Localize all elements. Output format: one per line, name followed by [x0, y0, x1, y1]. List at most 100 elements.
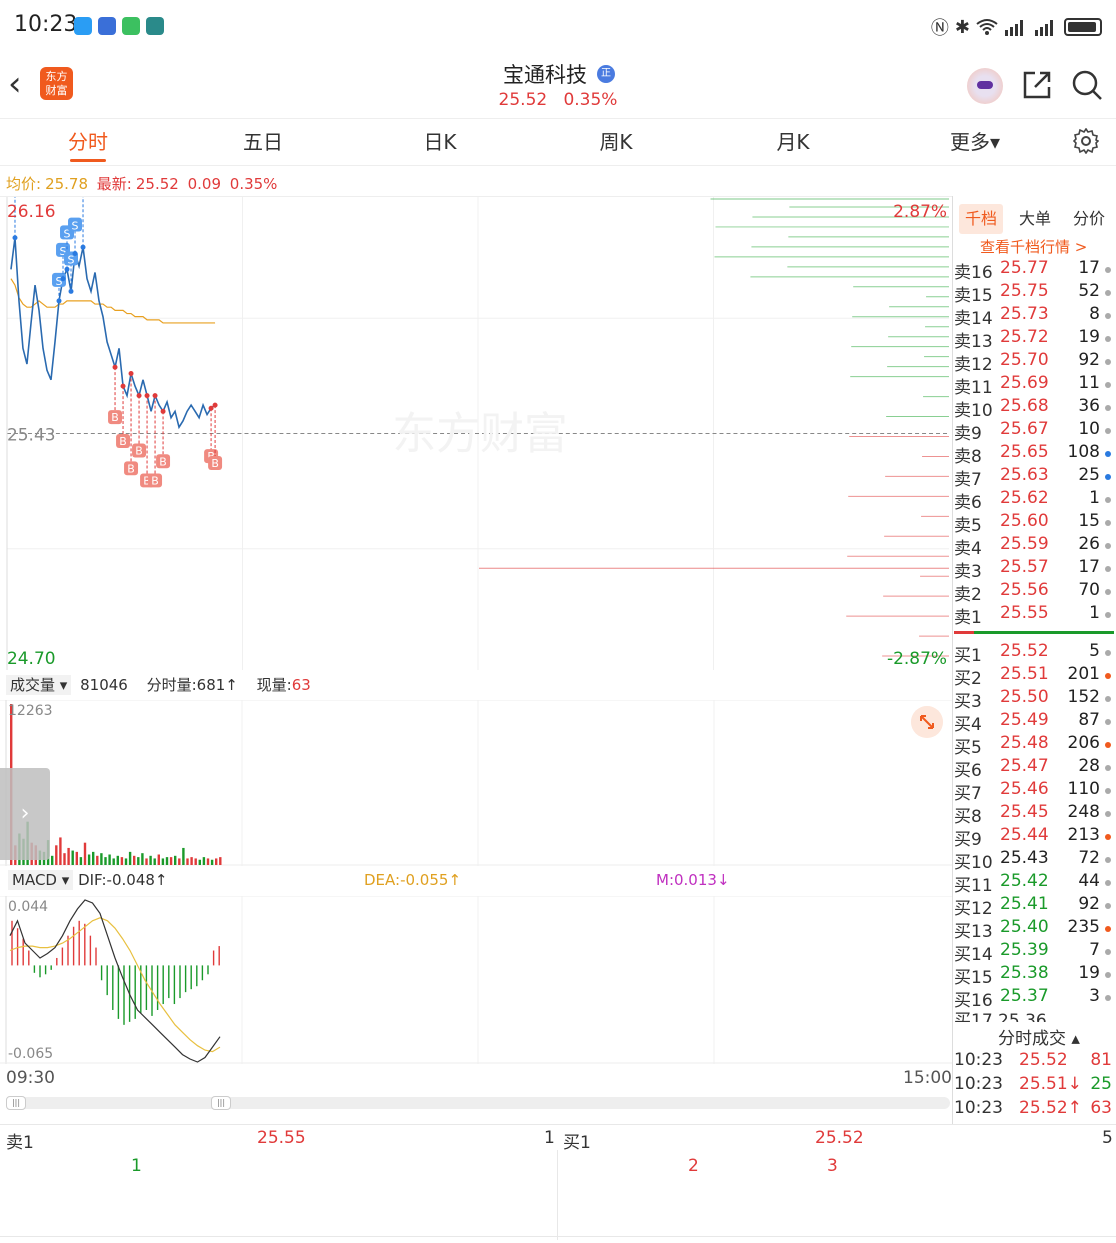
buy-volume: 235 [1067, 917, 1100, 937]
buy-row[interactable]: 买2 25.51 201 [954, 664, 1114, 689]
sell-row[interactable]: 卖12 25.70 92 [954, 350, 1114, 375]
sell-row[interactable]: 卖1 25.55 1 [954, 603, 1114, 628]
sell-level-label: 卖10 [954, 401, 993, 421]
volume-bar [190, 857, 193, 865]
buy-row[interactable]: 买7 25.46 110 [954, 779, 1114, 804]
sell-level-label: 卖7 [954, 470, 982, 490]
volume-bar [104, 857, 107, 865]
view-depth-link[interactable]: 查看千档行情 > [980, 236, 1087, 257]
buy-row[interactable]: 买12 25.41 92 [954, 894, 1114, 919]
buy-row[interactable]: 买16 25.37 3 [954, 986, 1114, 1011]
sell-row[interactable]: 卖11 25.69 11 [954, 373, 1114, 398]
buy-volume: 72 [1078, 848, 1100, 868]
tab-monthly-k[interactable]: 月K [763, 119, 823, 166]
sell-row[interactable]: 卖6 25.62 1 [954, 488, 1114, 513]
macd-chart[interactable]: 0.044 -0.065 [0, 896, 952, 1064]
settings-icon[interactable] [1073, 128, 1099, 154]
sell-level-label: 卖2 [954, 585, 982, 605]
buy-level-label: 买11 [954, 876, 993, 896]
macd-selector[interactable]: MACD ▾ [8, 870, 74, 890]
sell-indicator-dot [1105, 359, 1111, 365]
sell-level-label: 卖3 [954, 562, 982, 582]
volume-chart[interactable]: 12263 [0, 700, 952, 866]
tab-price-dist[interactable]: 分价 [1067, 204, 1111, 234]
tab-five-day[interactable]: 五日 [233, 119, 293, 166]
macd-dif-label: DIF:-0.048 [78, 871, 155, 889]
buy-signal-text: B [119, 435, 127, 448]
sell-row[interactable]: 卖2 25.56 70 [954, 580, 1114, 605]
sell-row[interactable]: 卖15 25.75 52 [954, 281, 1114, 306]
buy-row[interactable]: 买14 25.39 7 [954, 940, 1114, 965]
volume-bar [63, 853, 66, 865]
price-line [10, 237, 216, 430]
sell-row[interactable]: 卖10 25.68 36 [954, 396, 1114, 421]
side-panel-handle[interactable]: › [0, 768, 50, 860]
buy-indicator-dot [1105, 765, 1111, 771]
volume-now-value: 63 [291, 676, 311, 694]
tab-daily-k[interactable]: 日K [410, 119, 470, 166]
buy-signal-text: B [151, 474, 159, 487]
tab-weekly-k[interactable]: 周K [586, 119, 646, 166]
bottom-buy-detail: 3 [827, 1156, 838, 1176]
buy-level-label: 买15 [954, 968, 993, 988]
expand-icon[interactable] [911, 706, 943, 738]
buy-row[interactable]: 买10 25.43 72 [954, 848, 1114, 873]
scroll-handle-left[interactable]: ||| [6, 1096, 26, 1110]
sell-row[interactable]: 卖5 25.60 15 [954, 511, 1114, 536]
scroll-handle-right[interactable]: ||| [211, 1096, 231, 1110]
buy-signal-dot [120, 383, 126, 389]
buy-row[interactable]: 买15 25.38 19 [954, 963, 1114, 988]
sell-row[interactable]: 卖3 25.57 17 [954, 557, 1114, 582]
buy-signal-dot [128, 371, 134, 376]
sell-row[interactable]: 卖8 25.65 108 [954, 442, 1114, 467]
volume-bar [153, 858, 156, 865]
volume-bar [124, 858, 128, 865]
sell-volume: 26 [1078, 534, 1100, 554]
macd-label: MACD [12, 871, 57, 889]
buy-row[interactable]: 买8 25.45 248 [954, 802, 1114, 827]
share-icon[interactable] [1021, 69, 1053, 101]
assistant-avatar[interactable] [967, 68, 1003, 104]
volume-bar [108, 854, 111, 865]
buy-row[interactable]: 买13 25.40 235 [954, 917, 1114, 942]
tab-level-depth[interactable]: 千档 [959, 204, 1003, 234]
buy-row[interactable]: 买11 25.42 44 [954, 871, 1114, 896]
buy-price: 25.42 [1000, 871, 1049, 891]
sell-row[interactable]: 卖4 25.59 26 [954, 534, 1114, 559]
sell-row[interactable]: 卖13 25.72 19 [954, 327, 1114, 352]
buy-signal-text: B [211, 457, 219, 470]
buy-level-label: 买2 [954, 669, 982, 689]
buy-row[interactable]: 买3 25.50 152 [954, 687, 1114, 712]
tick-price: 25.52↑ [1019, 1098, 1082, 1118]
buy-level-label: 买3 [954, 692, 982, 712]
search-icon[interactable] [1071, 69, 1103, 101]
buy-indicator-dot [1105, 834, 1111, 840]
buy-row[interactable]: 买1 25.52 5 [954, 641, 1114, 666]
sell-volume: 19 [1078, 327, 1100, 347]
buy-row[interactable]: 买4 25.49 87 [954, 710, 1114, 735]
buy-row[interactable]: 买5 25.48 206 [954, 733, 1114, 758]
stock-name-text: 宝通科技 [503, 63, 587, 87]
ticks-title[interactable]: 分时成交 ▴ [998, 1024, 1080, 1049]
buy-row[interactable]: 买9 25.44 213 [954, 825, 1114, 850]
buy-indicator-dot [1105, 696, 1111, 702]
sell-row[interactable]: 卖14 25.73 8 [954, 304, 1114, 329]
macd-header: MACD ▾ DIF:-0.048↑ [8, 870, 168, 890]
volume-now-label: 现量: [256, 676, 292, 694]
intraday-price-chart[interactable]: 东方财富 SSSSSSSBBBBBBBBB 26.16 24.70 25.43 … [0, 196, 952, 670]
chart-scrollbar[interactable] [6, 1097, 950, 1109]
sell-indicator-dot [1105, 428, 1111, 434]
buy-indicator-dot [1105, 742, 1111, 748]
tab-more[interactable]: 更多▾ [940, 119, 1010, 166]
tab-intraday[interactable]: 分时 [58, 119, 118, 166]
buy-price: 25.48 [1000, 733, 1049, 753]
sell-row[interactable]: 卖16 25.77 17 [954, 258, 1114, 283]
change-value: 0.09 [187, 175, 221, 193]
volume-selector[interactable]: 成交量 ▾ [6, 675, 72, 695]
buy-row[interactable]: 买6 25.47 28 [954, 756, 1114, 781]
tab-big-orders[interactable]: 大单 [1013, 204, 1057, 234]
sell-row[interactable]: 卖9 25.67 10 [954, 419, 1114, 444]
sell-level-label: 卖15 [954, 286, 993, 306]
macd-dif: DIF:-0.048↑ [78, 871, 168, 889]
sell-row[interactable]: 卖7 25.63 25 [954, 465, 1114, 490]
